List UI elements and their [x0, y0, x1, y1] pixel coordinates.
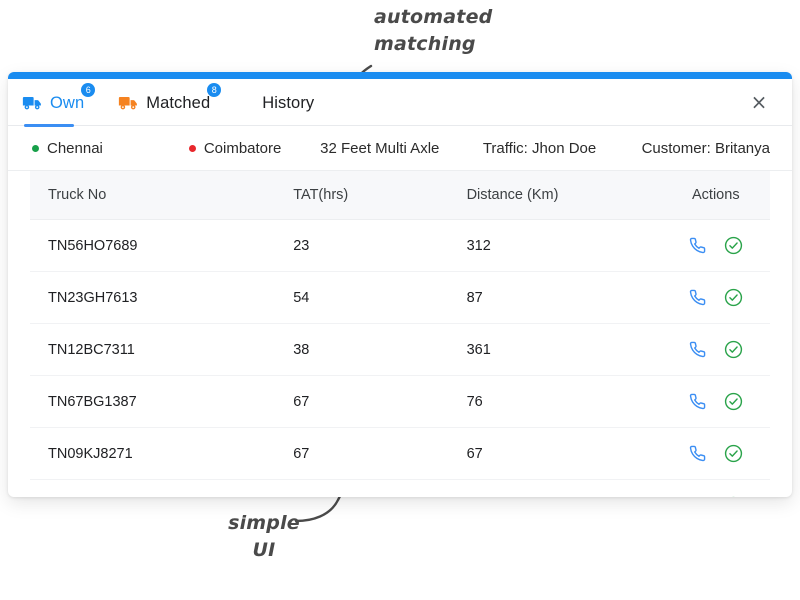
tab-matched-label: Matched [146, 94, 210, 113]
phone-call-icon[interactable] [689, 237, 706, 254]
table-body: TN56HO7689 23 312 [30, 220, 770, 498]
cell-actions [662, 480, 770, 498]
phone-call-icon[interactable] [689, 393, 706, 410]
cell-tat: 54 [293, 272, 466, 324]
cell-truck-no: TN67BG1387 [30, 376, 293, 428]
tab-history-label: History [262, 94, 314, 113]
traffic-owner: Traffic: Jhon Doe [483, 140, 642, 157]
cell-tat: 38 [293, 324, 466, 376]
vehicle-type: 32 Feet Multi Axle [320, 140, 483, 157]
close-icon[interactable]: × [746, 89, 772, 115]
cell-actions [662, 272, 770, 324]
cell-distance: 312 [467, 220, 662, 272]
table-row: TN56HO7689 23 312 [30, 220, 770, 272]
cell-truck-no: TN09KJ8271 [30, 428, 293, 480]
destination-dot-icon [189, 145, 196, 152]
cell-tat: 67 [293, 428, 466, 480]
table-row: TN23GH7613 54 87 [30, 272, 770, 324]
cell-actions [662, 324, 770, 376]
cell-truck-no: TN23GH7613 [30, 272, 293, 324]
cell-truck-no: TN72KL1872 [30, 480, 293, 498]
tab-own-badge: 6 [81, 83, 95, 97]
trip-info-row: Chennai Coimbatore 32 Feet Multi Axle Tr… [8, 126, 792, 171]
phone-call-icon[interactable] [689, 445, 706, 462]
column-header-tat: TAT(hrs) [293, 171, 466, 220]
cell-actions [662, 428, 770, 480]
destination: Coimbatore [189, 140, 320, 157]
cell-truck-no: TN56HO7689 [30, 220, 293, 272]
cell-distance: 67 [467, 428, 662, 480]
phone-call-icon[interactable] [689, 341, 706, 358]
cell-distance: 87 [467, 272, 662, 324]
truck-icon [22, 96, 43, 111]
tab-history[interactable]: History [262, 78, 314, 126]
annotation-automated-matching: automated matching [374, 4, 492, 58]
cell-distance: 76 [467, 376, 662, 428]
customer-name: Customer: Britanya [642, 140, 770, 157]
table-row: TN72KL1872 87 987 [30, 480, 770, 498]
cell-tat: 87 [293, 480, 466, 498]
table-row: TN67BG1387 67 76 [30, 376, 770, 428]
cell-tat: 23 [293, 220, 466, 272]
tab-matched-badge: 8 [207, 83, 221, 97]
check-circle-icon[interactable] [724, 236, 743, 255]
check-circle-icon[interactable] [724, 392, 743, 411]
cell-truck-no: TN12BC7311 [30, 324, 293, 376]
truck-icon [118, 96, 139, 111]
trucks-table-wrap: Truck No TAT(hrs) Distance (Km) Actions … [8, 171, 792, 497]
annotation-simple-ui: simple UI [224, 510, 304, 564]
origin-label: Chennai [47, 140, 103, 157]
cell-distance: 361 [467, 324, 662, 376]
trip-matching-card: Own 6 Matched 8 History × [8, 72, 792, 497]
cell-distance: 987 [467, 480, 662, 498]
check-circle-icon[interactable] [724, 288, 743, 307]
column-header-actions: Actions [662, 171, 770, 220]
tab-bar: Own 6 Matched 8 History × [8, 79, 792, 126]
table-row: TN09KJ8271 67 67 [30, 428, 770, 480]
destination-label: Coimbatore [204, 140, 282, 157]
active-tab-indicator [24, 124, 74, 127]
table-row: TN12BC7311 38 361 [30, 324, 770, 376]
tab-matched[interactable]: Matched 8 [118, 78, 210, 126]
check-circle-icon[interactable] [724, 496, 743, 497]
check-circle-icon[interactable] [724, 444, 743, 463]
tab-own-label: Own [50, 94, 84, 113]
origin: Chennai [32, 140, 189, 157]
phone-call-icon[interactable] [689, 289, 706, 306]
table-header-row: Truck No TAT(hrs) Distance (Km) Actions [30, 171, 770, 220]
tab-own[interactable]: Own 6 [22, 78, 84, 126]
table-head: Truck No TAT(hrs) Distance (Km) Actions [30, 171, 770, 220]
cell-tat: 67 [293, 376, 466, 428]
check-circle-icon[interactable] [724, 340, 743, 359]
trucks-table: Truck No TAT(hrs) Distance (Km) Actions … [30, 171, 770, 497]
cell-actions [662, 220, 770, 272]
column-header-truck-no: Truck No [30, 171, 293, 220]
cell-actions [662, 376, 770, 428]
origin-dot-icon [32, 145, 39, 152]
column-header-distance: Distance (Km) [467, 171, 662, 220]
